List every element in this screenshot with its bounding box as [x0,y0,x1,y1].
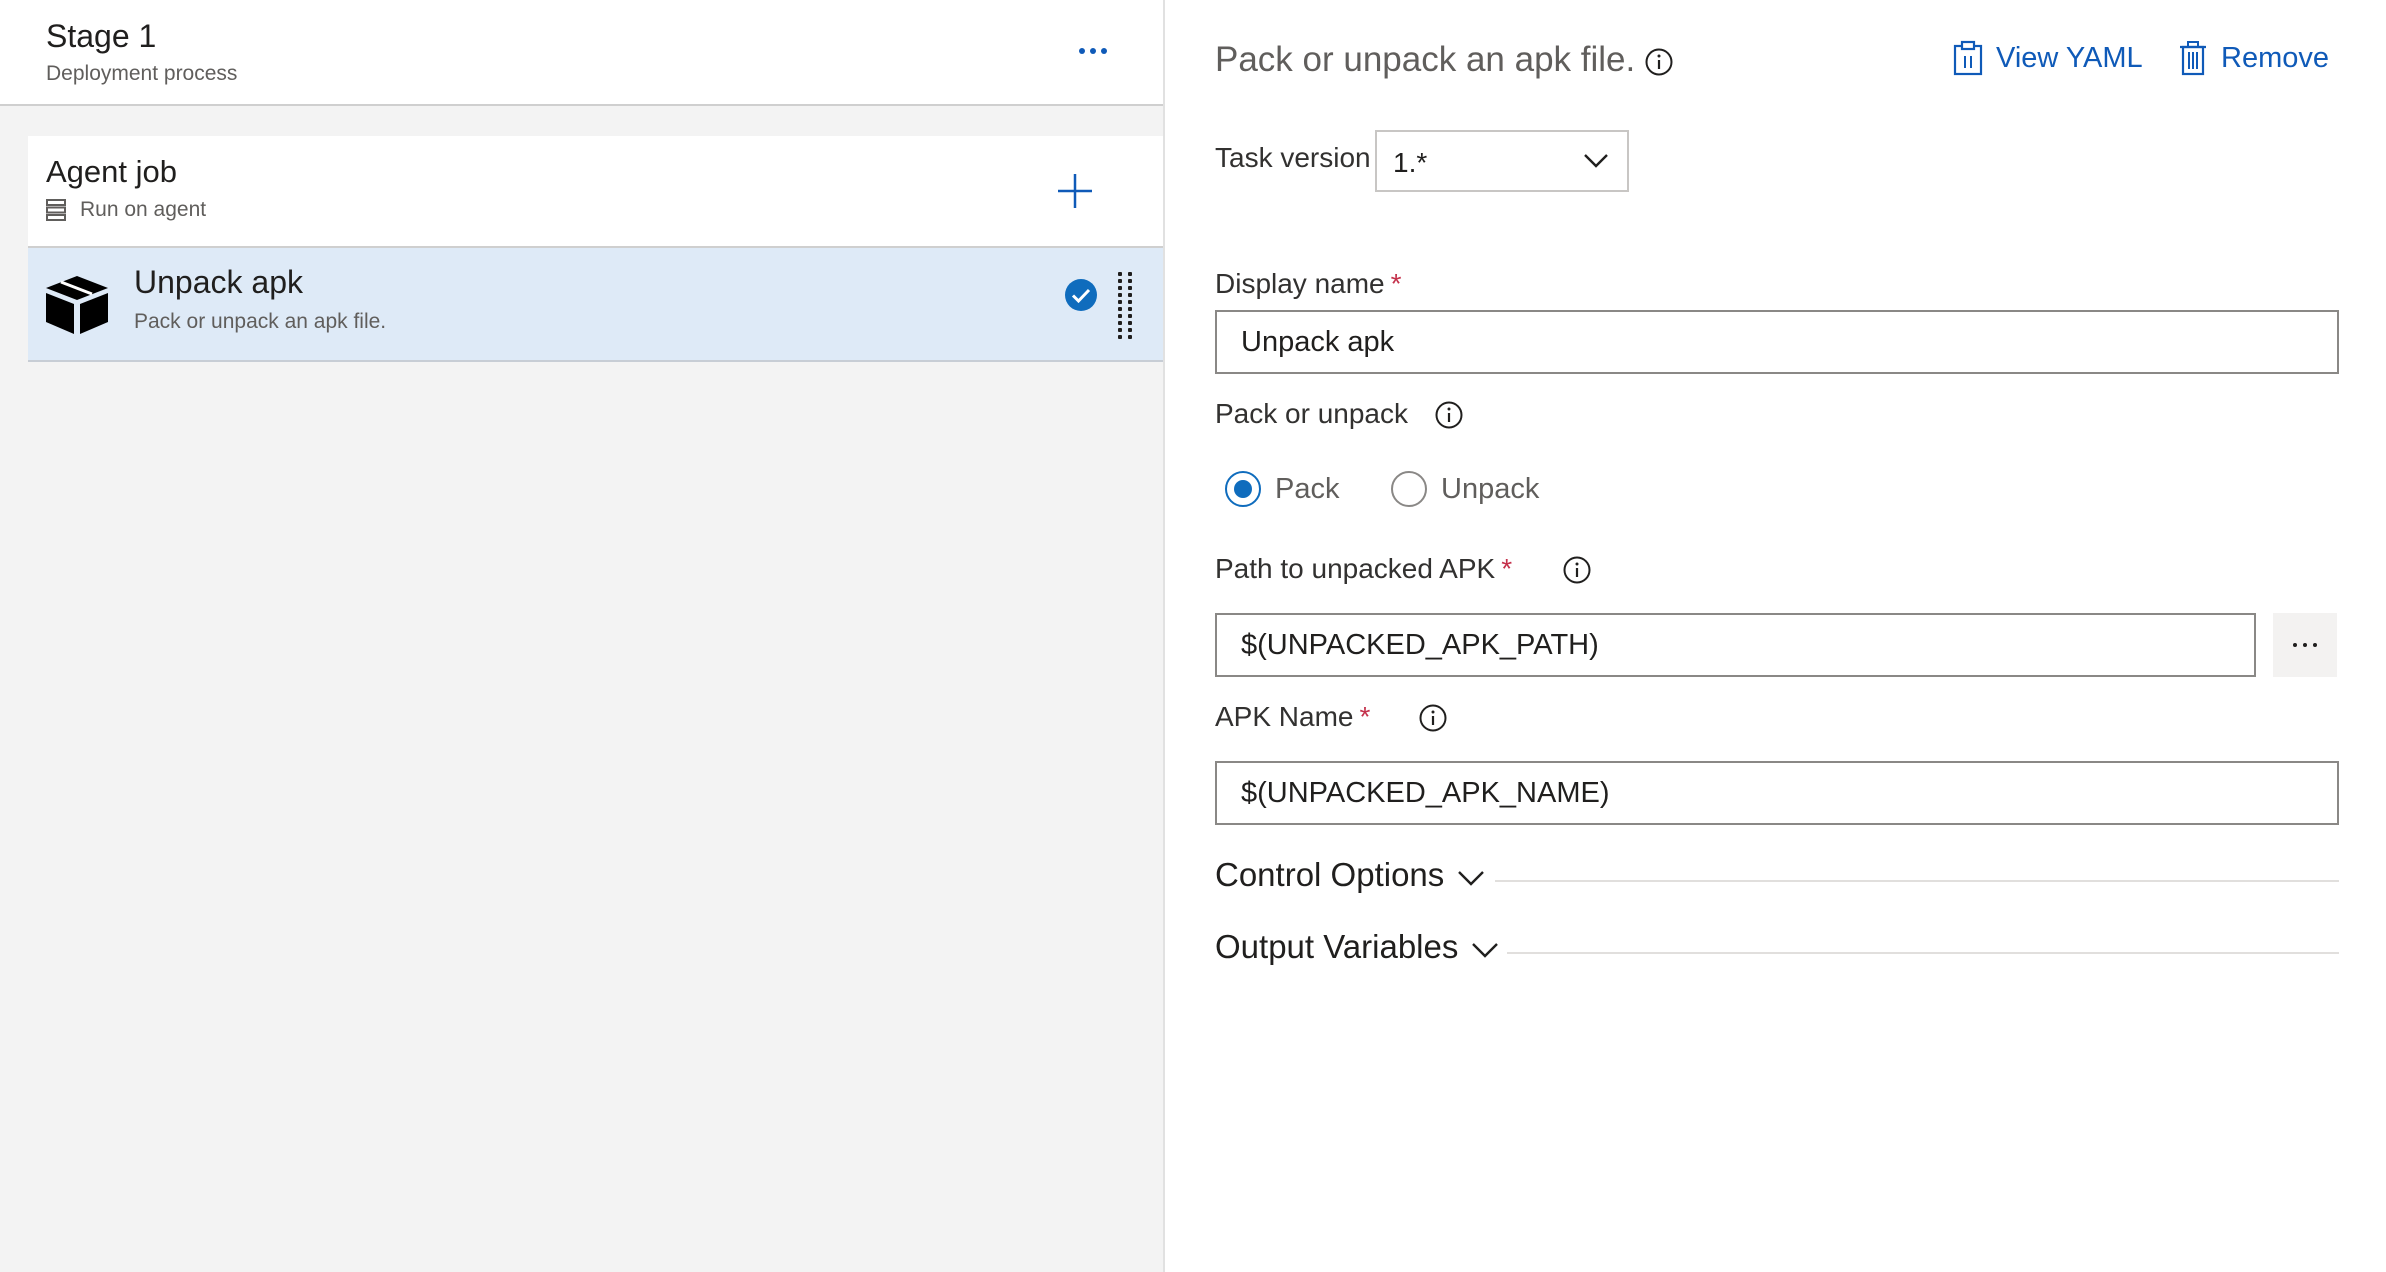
apk-name-label: APK Name * [1215,701,1370,733]
task-details-pane: Pack or unpack an apk file. View YAML Re… [1165,0,2386,1272]
task-subtitle: Pack or unpack an apk file. [134,310,387,333]
view-yaml-button[interactable]: View YAML [1952,40,2143,76]
add-task-button[interactable] [1052,168,1098,214]
radio-pack-label: Pack [1275,472,1340,505]
display-name-label-text: Display name [1215,268,1385,299]
task-item-unpack-apk[interactable]: Unpack apk Pack or unpack an apk file. [28,248,1163,362]
trash-icon [2180,41,2206,76]
check-circle-icon [1065,279,1097,311]
task-details-title: Pack or unpack an apk file. [1215,40,1636,79]
radio-pack-circle[interactable] [1225,471,1261,507]
task-version-value: 1.* [1393,147,1428,178]
more-options-button[interactable] [1072,36,1114,66]
control-options-section[interactable]: Control Options [1215,856,1486,894]
agent-job-title: Agent job [46,154,177,189]
task-version-dropdown[interactable]: 1.* [1375,130,1629,192]
pipeline-pane: Stage 1 Deployment process Agent job Run… [0,0,1165,1272]
stage-subtitle: Deployment process [46,62,238,85]
apk-name-input[interactable] [1215,761,2339,825]
more-dot [1079,48,1085,54]
path-input[interactable] [1215,613,2256,677]
radio-unpack-label: Unpack [1441,472,1540,505]
chevron-down-icon [1472,943,1499,958]
info-icon[interactable] [1645,48,1673,76]
output-variables-section[interactable]: Output Variables [1215,928,1500,966]
agent-job-item[interactable]: Agent job Run on agent [28,136,1163,248]
info-icon[interactable] [1419,704,1447,732]
control-options-label: Control Options [1215,856,1445,893]
required-marker: * [1359,701,1371,732]
more-dot [1101,48,1107,54]
chevron-down-icon [1458,871,1485,886]
task-title: Unpack apk [134,264,303,300]
package-box-icon [46,276,108,334]
required-marker: * [1501,553,1513,584]
view-yaml-label: View YAML [1996,41,2143,74]
task-version-label: Task version [1215,142,1371,173]
display-name-label: Display name * [1215,268,1402,300]
radio-unpack[interactable]: Unpack [1391,471,1539,507]
drag-handle-icon[interactable] [1118,272,1136,339]
clipboard-icon [1953,40,1983,76]
required-marker: * [1390,268,1402,299]
radio-pack[interactable]: Pack [1225,471,1339,507]
section-divider [1507,952,2339,954]
stage-header: Stage 1 Deployment process [0,0,1163,106]
path-label: Path to unpacked APK * [1215,553,1512,585]
radio-unpack-circle[interactable] [1391,471,1427,507]
server-icon [46,199,66,221]
apk-name-label-text: APK Name [1215,701,1354,732]
path-label-text: Path to unpacked APK [1215,553,1496,584]
remove-label: Remove [2221,41,2329,74]
info-icon[interactable] [1435,401,1463,429]
pack-or-unpack-label: Pack or unpack [1215,398,1408,429]
browse-button[interactable] [2273,613,2337,677]
display-name-input[interactable] [1215,310,2339,374]
info-icon[interactable] [1563,556,1591,584]
stage-title: Stage 1 [46,18,157,54]
chevron-down-icon [1584,154,1608,168]
more-dot [1090,48,1096,54]
agent-job-subtitle: Run on agent [80,198,207,221]
section-divider [1495,880,2339,882]
remove-button[interactable]: Remove [2177,40,2329,76]
output-variables-label: Output Variables [1215,928,1459,965]
